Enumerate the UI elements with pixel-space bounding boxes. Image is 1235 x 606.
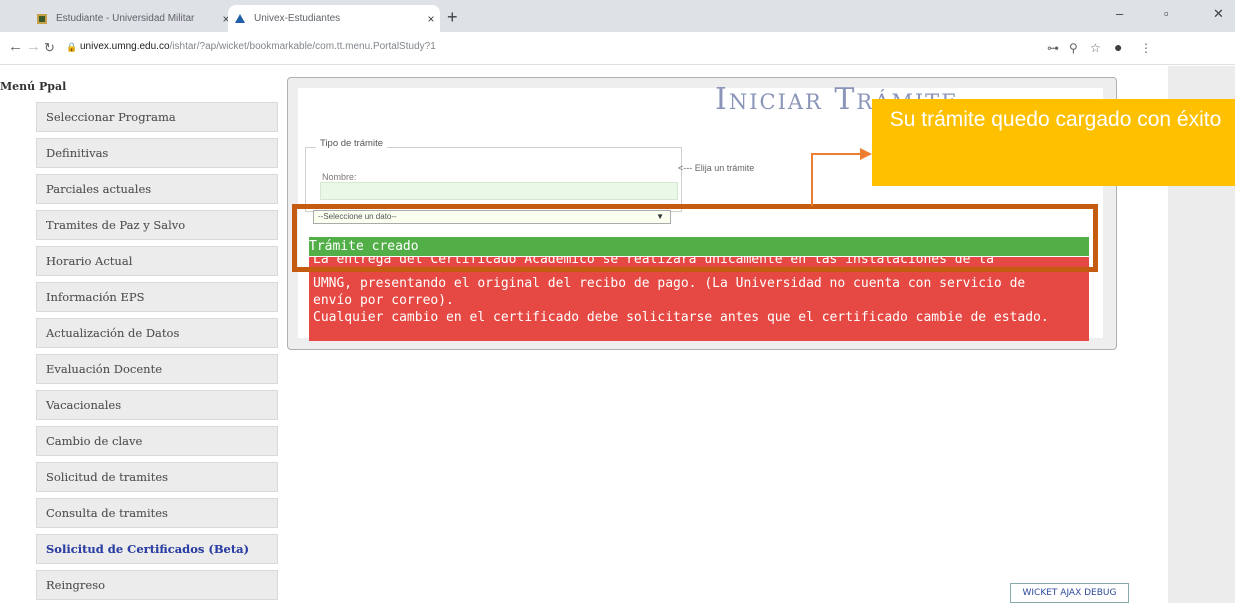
sidebar-item-solicitud-tramites[interactable]: Solicitud de tramites: [36, 462, 278, 492]
sidebar-item-eps[interactable]: Información EPS: [36, 282, 278, 312]
sidebar-item-evaluacion-docente[interactable]: Evaluación Docente: [36, 354, 278, 384]
name-input[interactable]: [320, 182, 678, 200]
forward-arrow-icon[interactable]: →: [26, 38, 41, 55]
pick-hint: <--- Elija un trámite: [678, 163, 755, 173]
url-host: univex.umng.edu.co: [80, 41, 170, 52]
sidebar-item-horario[interactable]: Horario Actual: [36, 246, 278, 276]
url-path: /ishtar/?ap/wicket/bookmarkable/com.tt.m…: [169, 41, 436, 52]
maximize-icon[interactable]: ▫: [1164, 6, 1169, 21]
warning-line: UMNG, presentando el original del recibo…: [313, 276, 1026, 291]
tramite-fieldset: Tipo de trámite Nombre:: [305, 138, 682, 212]
tab-title: Univex-Estudiantes: [254, 13, 341, 24]
sidebar-menu: Seleccionar Programa Definitivas Parcial…: [36, 102, 278, 606]
back-arrow-icon[interactable]: ←: [8, 38, 23, 55]
menu-title: Menú Ppal: [0, 80, 67, 93]
minimize-icon[interactable]: –: [1116, 6, 1123, 21]
callout-note: Su trámite quedo cargado con éxito: [872, 99, 1235, 186]
callout-connector: [811, 154, 813, 206]
sidebar-item-reingreso[interactable]: Reingreso: [36, 570, 278, 600]
tab-title: Estudiante - Universidad Militar: [56, 13, 195, 24]
lock-icon: 🔒: [66, 42, 78, 52]
fieldset-legend: Tipo de trámite: [316, 138, 388, 149]
name-label: Nombre:: [322, 172, 357, 182]
menu-kebab-icon[interactable]: ⋮: [1140, 41, 1152, 55]
url-field[interactable]: 🔒 univex.umng.edu.co/ishtar/?ap/wicket/b…: [60, 36, 1035, 60]
address-bar-row: ← → ↻ 🔒 univex.umng.edu.co/ishtar/?ap/wi…: [0, 32, 1235, 65]
close-tab-icon[interactable]: ×: [422, 12, 440, 26]
sidebar-item-solicitud-certificados[interactable]: Solicitud de Certificados (Beta): [36, 534, 278, 564]
arrow-right-icon: [860, 148, 872, 160]
highlight-box: [292, 204, 1098, 272]
close-window-icon[interactable]: ✕: [1213, 6, 1224, 22]
browser-tab-active[interactable]: Univex-Estudiantes ×: [228, 5, 440, 32]
sidebar-item-actualizacion-datos[interactable]: Actualización de Datos: [36, 318, 278, 348]
sidebar-item-definitivas[interactable]: Definitivas: [36, 138, 278, 168]
sidebar-item-parciales[interactable]: Parciales actuales: [36, 174, 278, 204]
app-favicon-icon: [234, 13, 246, 25]
profile-icon[interactable]: ●: [1114, 39, 1122, 55]
browser-tab[interactable]: Estudiante - Universidad Militar ×: [30, 5, 235, 32]
new-tab-button[interactable]: +: [447, 7, 458, 28]
sidebar-item-seleccionar-programa[interactable]: Seleccionar Programa: [36, 102, 278, 132]
warning-line: Cualquier cambio en el certificado debe …: [313, 310, 1049, 325]
callout-connector: [811, 153, 863, 155]
reload-icon[interactable]: ↻: [44, 40, 55, 56]
sidebar-item-cambio-clave[interactable]: Cambio de clave: [36, 426, 278, 456]
browser-tab-bar: Estudiante - Universidad Militar × Unive…: [0, 0, 1235, 32]
sidebar-item-vacacionales[interactable]: Vacacionales: [36, 390, 278, 420]
wicket-debug-button[interactable]: WICKET AJAX DEBUG: [1010, 583, 1129, 603]
sidebar-item-paz-y-salvo[interactable]: Tramites de Paz y Salvo: [36, 210, 278, 240]
bookmark-star-icon[interactable]: ☆: [1090, 41, 1101, 55]
key-icon[interactable]: ⊶: [1047, 41, 1059, 55]
university-favicon-icon: [36, 13, 48, 25]
sidebar-item-consulta-tramites[interactable]: Consulta de tramites: [36, 498, 278, 528]
zoom-icon[interactable]: ⚲: [1069, 41, 1078, 55]
warning-line: envío por correo).: [313, 293, 454, 308]
